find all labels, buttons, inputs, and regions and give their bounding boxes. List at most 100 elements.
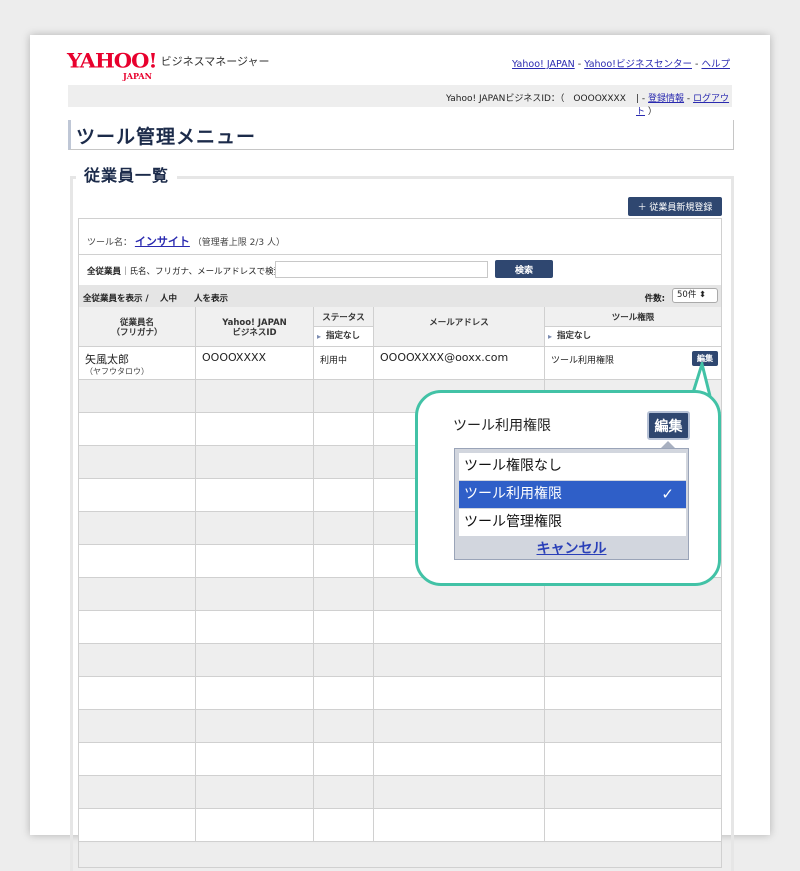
empty-table-row (79, 677, 721, 710)
table-cell (374, 644, 545, 676)
yahoo-logo[interactable]: YAHOO! JAPAN ビジネスマネージャー (67, 48, 270, 81)
header-name: 従業員名 （フリガナ） (111, 318, 163, 338)
table-cell (196, 776, 314, 808)
table-header: 従業員名 （フリガナ） Yahoo! JAPAN ビジネスID ステータス 指定… (79, 307, 721, 347)
header-permission: ツール権限 (611, 313, 655, 323)
table-cell (79, 413, 196, 445)
table-cell (314, 413, 374, 445)
service-name: ビジネスマネージャー (160, 55, 270, 68)
table-cell (79, 677, 196, 709)
table-cell (196, 545, 314, 577)
empty-table-row (79, 743, 721, 776)
option-admin-permission[interactable]: ツール管理権限 (459, 509, 686, 536)
employee-status: 利用中 (320, 356, 348, 366)
table-cell (196, 644, 314, 676)
permission-dropdown: ツール権限なし ツール利用権限 ✓ ツール管理権限 キャンセル (454, 448, 689, 560)
employee-kana: （ヤフウタロウ） (85, 367, 149, 376)
link-separator: - (577, 59, 582, 70)
cancel-link[interactable]: キャンセル (455, 538, 688, 558)
search-hint: ｜氏名、フリガナ、メールアドレスで検索 (121, 267, 283, 277)
business-id-bar: Yahoo! JAPANビジネスID：（ OOOOXXXX | - 登録情報 -… (68, 85, 732, 117)
search-button[interactable]: 検索 (495, 260, 553, 278)
permission-filter[interactable]: 指定なし (545, 326, 721, 346)
new-employee-button[interactable]: ＋ 従業員新規登録 (628, 197, 722, 216)
business-id-text: Yahoo! JAPANビジネスID：（ OOOOXXXX (446, 94, 626, 104)
search-input[interactable] (275, 261, 488, 278)
callout-edit-button[interactable]: 編集 (647, 411, 690, 440)
header-bizid: Yahoo! JAPAN ビジネスID (222, 318, 287, 338)
table-cell (314, 644, 374, 676)
table-cell (314, 776, 374, 808)
table-cell (314, 380, 374, 412)
table-cell (79, 545, 196, 577)
logo-text: YAHOO! (67, 48, 158, 73)
empty-table-row (79, 710, 721, 743)
link-help[interactable]: ヘルプ (701, 59, 730, 70)
table-cell (374, 710, 545, 742)
table-cell (545, 710, 721, 742)
table-cell (196, 512, 314, 544)
count-label: 件数: (644, 294, 665, 304)
option-no-permission[interactable]: ツール権限なし (459, 453, 686, 480)
option-label: ツール利用権限 (464, 486, 562, 502)
search-scope-label: 全従業員 (87, 267, 122, 277)
table-cell (374, 611, 545, 643)
empty-table-row (79, 776, 721, 809)
table-cell (314, 611, 374, 643)
table-cell (314, 479, 374, 511)
table-cell (196, 479, 314, 511)
option-use-permission[interactable]: ツール利用権限 ✓ (459, 481, 686, 508)
callout-caret (661, 441, 675, 448)
table-cell (545, 644, 721, 676)
business-id: OOOOXXXX (202, 351, 267, 364)
check-icon: ✓ (661, 485, 674, 503)
table-cell (79, 710, 196, 742)
link-yahoo-japan[interactable]: Yahoo! JAPAN (512, 59, 575, 70)
tool-info-row: ツール名： インサイト （管理者上限 2/3 人） (79, 219, 721, 255)
empty-table-row (79, 644, 721, 677)
top-links: Yahoo! JAPAN - Yahoo!ビジネスセンター - ヘルプ (512, 56, 730, 70)
logo-subtext: JAPAN (123, 71, 152, 81)
table-cell (79, 644, 196, 676)
table-cell (196, 710, 314, 742)
callout-title: ツール利用権限 (453, 418, 551, 434)
empty-table-row (79, 809, 721, 842)
table-cell (545, 776, 721, 808)
section-title: 従業員一覧 (76, 162, 178, 186)
employee-permission: ツール利用権限 (551, 356, 615, 366)
status-filter[interactable]: 指定なし (314, 326, 373, 346)
table-cell (196, 578, 314, 610)
table-cell (196, 380, 314, 412)
search-row: 全従業員｜氏名、フリガナ、メールアドレスで検索 検索 (79, 255, 721, 285)
page-size-select[interactable]: 50件 ⬍ (672, 288, 718, 303)
table-cell (79, 743, 196, 775)
tool-label: ツール名： (87, 238, 133, 248)
table-cell (196, 809, 314, 841)
table-cell (314, 710, 374, 742)
header-status: ステータス (322, 313, 365, 323)
table-row: 矢風太郎 （ヤフウタロウ） OOOOXXXX 利用中 OOOOXXXX@ooxx… (79, 347, 721, 380)
employee-name: 矢風太郎 (85, 353, 129, 366)
table-cell (79, 380, 196, 412)
table-cell (314, 809, 374, 841)
table-cell (79, 578, 196, 610)
table-cell (79, 776, 196, 808)
table-cell (374, 776, 545, 808)
link-business-center[interactable]: Yahoo!ビジネスセンター (584, 59, 692, 70)
link-separator: - (695, 59, 699, 70)
table-cell (79, 446, 196, 478)
table-cell (545, 743, 721, 775)
page-title-box: ツール管理メニュー (68, 120, 734, 150)
option-label: ツール管理権限 (464, 514, 562, 530)
table-cell (314, 512, 374, 544)
register-info-link[interactable]: 登録情報 (648, 94, 684, 104)
tool-name-link[interactable]: インサイト (135, 235, 190, 248)
table-cell (374, 809, 545, 841)
header-email: メールアドレス (429, 318, 489, 328)
table-cell (374, 743, 545, 775)
table-cell (314, 743, 374, 775)
table-cell (314, 677, 374, 709)
table-cell (314, 578, 374, 610)
close-paren: ） (647, 107, 657, 117)
filter-row: 全従業員を表示 / 人中 人を表示 件数: 50件 ⬍ (79, 285, 721, 307)
